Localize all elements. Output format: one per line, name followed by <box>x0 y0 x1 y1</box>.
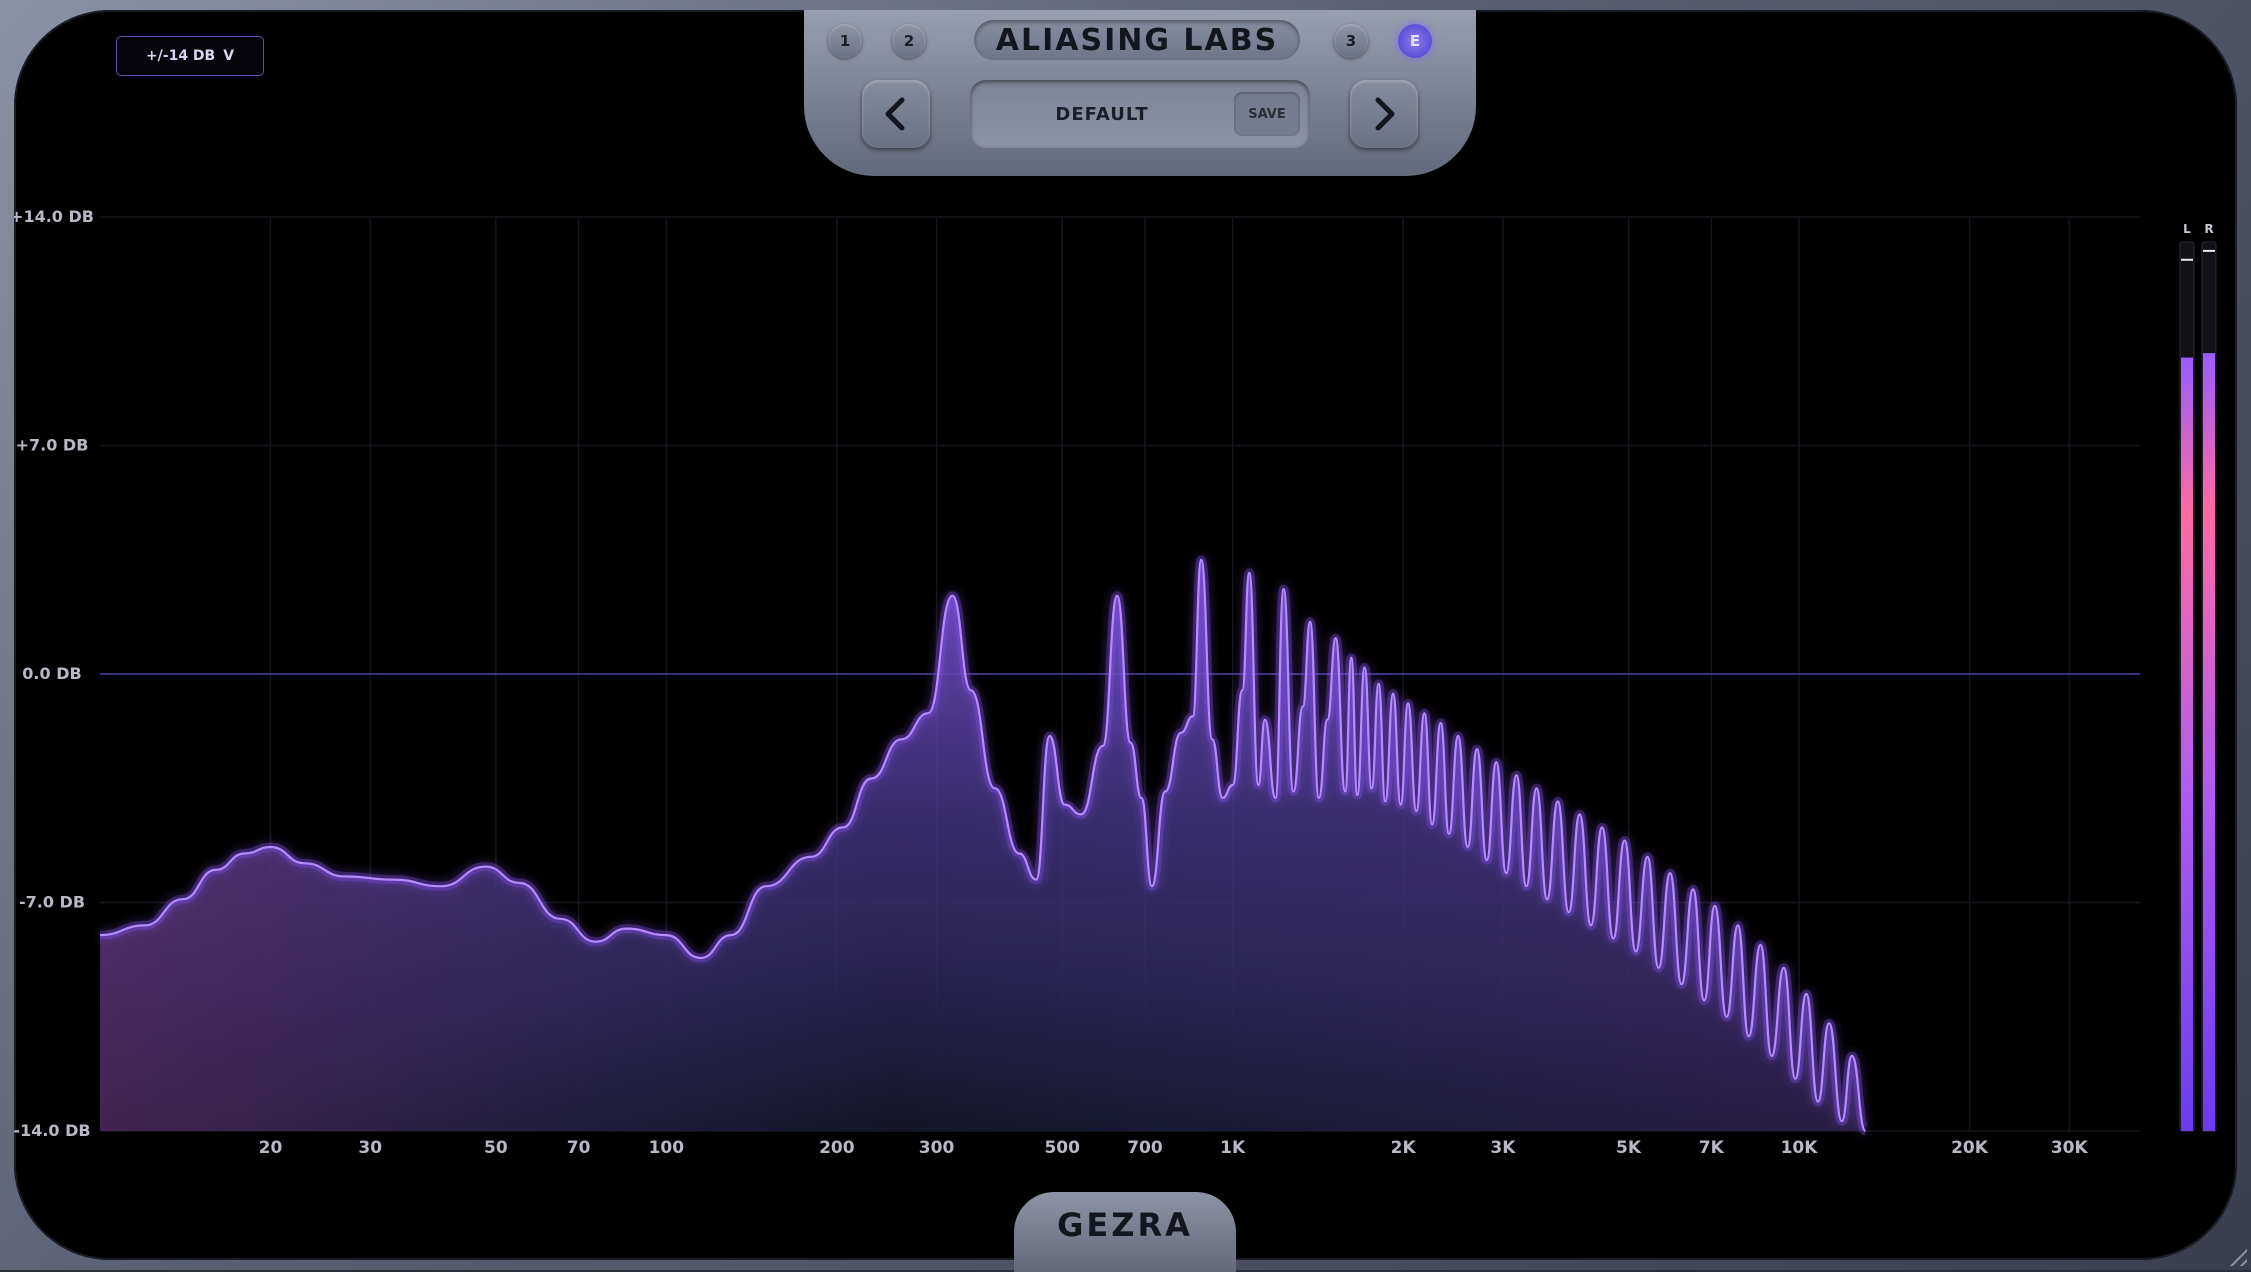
prev-preset-button[interactable] <box>862 80 930 148</box>
x-tick-label: 1K <box>1220 1138 1246 1158</box>
meter-fill-left <box>2181 357 2193 1131</box>
x-tick-label: 70 <box>567 1138 591 1158</box>
save-button[interactable]: SAVE <box>1234 92 1300 136</box>
preset-slot-e[interactable]: E <box>1398 24 1432 58</box>
x-tick-label: 20K <box>1951 1138 1989 1158</box>
spectrum-chart: +14.0 DB +7.0 DB 0.0 DB -7.0 DB -14.0 DB 20 3… <box>14 207 2217 1158</box>
preset-display: DEFAULT SAVE <box>970 80 1310 148</box>
x-tick-label: 10K <box>1781 1138 1819 1158</box>
y-tick-label: +14.0 DB <box>14 207 94 226</box>
chevron-down-icon: V <box>223 48 235 64</box>
x-tick-label: 700 <box>1127 1138 1163 1158</box>
x-tick-label: 500 <box>1044 1138 1080 1158</box>
chevron-left-icon <box>885 97 905 131</box>
analyzer-screen: +14.0 DB +7.0 DB 0.0 DB -7.0 DB -14.0 DB 20 3… <box>14 10 2237 1260</box>
x-tick-label: 5K <box>1616 1138 1642 1158</box>
preset-name[interactable]: DEFAULT <box>970 80 1234 148</box>
chevron-right-icon <box>1375 97 1395 131</box>
header-panel: 1 2 ALIASING LABS 3 E DEFAULT SAVE <box>804 10 1476 176</box>
y-tick-label: -7.0 DB <box>19 893 85 912</box>
preset-slot-3[interactable]: 3 <box>1334 24 1368 58</box>
meter-label-left: L <box>2183 222 2191 236</box>
x-tick-label: 30K <box>2051 1138 2089 1158</box>
x-tick-label: 200 <box>819 1138 855 1158</box>
range-dropdown[interactable]: +/-14 DB V <box>116 36 264 76</box>
x-tick-label: 30 <box>358 1138 382 1158</box>
x-tick-label: 3K <box>1490 1138 1516 1158</box>
x-tick-label: 50 <box>484 1138 508 1158</box>
meter-fill-right <box>2203 353 2215 1131</box>
x-axis-labels: 20 30 50 70 100 200 300 500 700 1K 2K 3K 5K 7K 10K 20K 3… <box>259 1138 2089 1158</box>
y-axis-labels: +14.0 DB +7.0 DB 0.0 DB -7.0 DB -14.0 DB <box>14 207 94 1140</box>
x-tick-label: 2K <box>1391 1138 1417 1158</box>
meter-label-right: R <box>2204 222 2213 236</box>
plugin-frame: +14.0 DB +7.0 DB 0.0 DB -7.0 DB -14.0 DB 20 3… <box>0 0 2251 1272</box>
product-logo: GEZRA <box>1057 1206 1193 1244</box>
level-meters: LR <box>2179 222 2217 1132</box>
x-tick-label: 100 <box>649 1138 685 1158</box>
y-tick-label: +7.0 DB <box>16 436 89 455</box>
spectrum-area <box>99 555 1870 1136</box>
next-preset-button[interactable] <box>1350 80 1418 148</box>
preset-slot-2[interactable]: 2 <box>892 24 926 58</box>
y-tick-label: 0.0 DB <box>22 664 81 683</box>
y-tick-label: -14.0 DB <box>14 1121 91 1140</box>
brand-logo: ALIASING LABS <box>974 20 1300 60</box>
x-tick-label: 7K <box>1699 1138 1725 1158</box>
x-tick-label: 300 <box>919 1138 955 1158</box>
preset-slot-1[interactable]: 1 <box>828 24 862 58</box>
x-tick-label: 20 <box>259 1138 283 1158</box>
range-label: +/-14 DB <box>145 48 216 64</box>
